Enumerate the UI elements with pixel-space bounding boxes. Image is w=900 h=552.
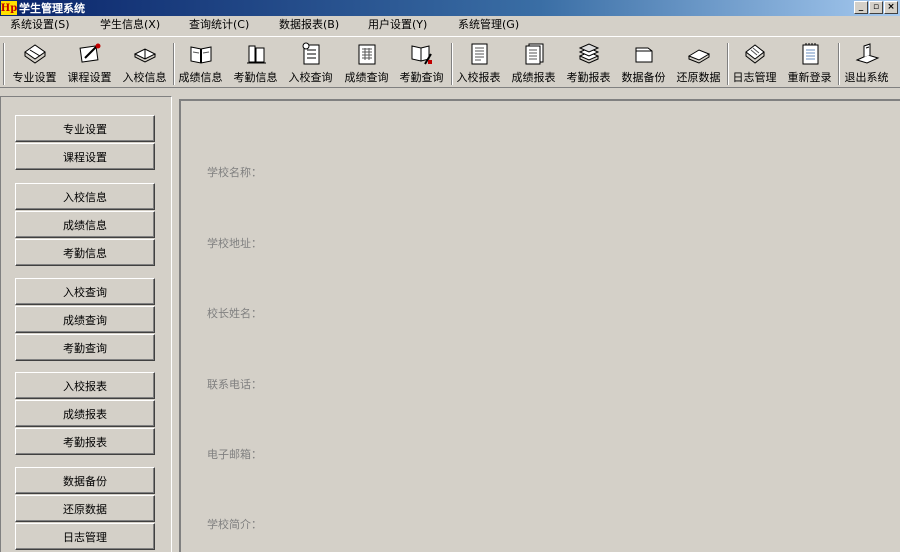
menu-system-settings[interactable]: 系统设置(S) (10, 17, 70, 33)
toolbar-attendance-query-button[interactable]: 考勤查询 (395, 40, 448, 88)
notepad-icon (802, 43, 818, 65)
sidebar: 专业设置 课程设置 入校信息 成绩信息 考勤信息 入校查询 成绩查询 考勤查询 … (0, 96, 172, 552)
menu-data-reports[interactable]: 数据报表(B) (279, 17, 339, 33)
toolbar-grip (3, 43, 5, 85)
sidebar-score-info-button[interactable]: 成绩信息 (15, 211, 155, 238)
document-query-icon (302, 42, 319, 65)
sidebar-major-settings-button[interactable]: 专业设置 (15, 115, 155, 142)
school-name-label: 学校名称： (207, 166, 262, 179)
report-stack-icon (525, 43, 543, 65)
sidebar-log-management-button[interactable]: 日志管理 (15, 523, 155, 550)
menu-student-info[interactable]: 学生信息(X) (100, 17, 160, 33)
toolbar-enrollment-info-button[interactable]: 入校信息 (118, 40, 171, 88)
sidebar-restore-data-button[interactable]: 还原数据 (15, 495, 155, 522)
toolbar-relogin-button[interactable]: 重新登录 (783, 40, 836, 88)
folder-icon (635, 47, 652, 63)
minimize-button[interactable]: _ (854, 1, 868, 14)
sidebar-attendance-report-button[interactable]: 考勤报表 (15, 428, 155, 455)
menu-query-stats[interactable]: 查询统计(C) (189, 17, 249, 33)
sidebar-score-query-button[interactable]: 成绩查询 (15, 306, 155, 333)
menu-user-settings[interactable]: 用户设置(Y) (368, 17, 427, 33)
notebook-icon (744, 44, 765, 64)
title-bar: Hp 学生管理系统 _ ▫ × (0, 0, 900, 16)
school-info-panel: 学校名称： 学校地址： 校长姓名： 联系电话： 电子邮箱： 学校简介： (179, 99, 900, 552)
report-icon (471, 43, 487, 65)
app-logo-icon: Hp (0, 1, 18, 15)
close-button[interactable]: × (884, 1, 898, 14)
restore-button[interactable]: ▫ (869, 1, 883, 14)
sidebar-score-report-button[interactable]: 成绩报表 (15, 400, 155, 427)
toolbar-course-settings-button[interactable]: 课程设置 (63, 40, 116, 88)
window-controls: _ ▫ × (853, 1, 898, 14)
edit-paper-icon (79, 43, 100, 63)
school-address-label: 学校地址： (207, 237, 262, 250)
contact-phone-label: 联系电话： (207, 378, 262, 391)
menu-system-management[interactable]: 系统管理(G) (458, 17, 519, 33)
document-grid-icon (358, 44, 375, 65)
principal-name-label: 校长姓名： (207, 307, 262, 320)
sidebar-attendance-query-button[interactable]: 考勤查询 (15, 334, 155, 361)
book-icon (190, 46, 211, 64)
toolbar-enrollment-report-button[interactable]: 入校报表 (452, 40, 505, 88)
disk-icon (687, 49, 710, 64)
toolbar-restore-data-button[interactable]: 还原数据 (672, 40, 725, 88)
sidebar-data-backup-button[interactable]: 数据备份 (15, 467, 155, 494)
books-stack-icon (578, 43, 599, 64)
sidebar-enrollment-report-button[interactable]: 入校报表 (15, 372, 155, 399)
toolbar-data-backup-button[interactable]: 数据备份 (617, 40, 670, 88)
toolbar-score-report-button[interactable]: 成绩报表 (507, 40, 560, 88)
toolbar-major-settings-button[interactable]: 专业设置 (8, 40, 61, 88)
sidebar-enrollment-query-button[interactable]: 入校查询 (15, 278, 155, 305)
book-pen-icon (411, 45, 432, 65)
email-label: 电子邮箱： (207, 448, 262, 461)
toolbar-log-management-button[interactable]: 日志管理 (728, 40, 781, 88)
pencil-icon (23, 44, 46, 64)
school-intro-label: 学校简介： (207, 518, 262, 531)
sidebar-enrollment-info-button[interactable]: 入校信息 (15, 183, 155, 210)
toolbar: 专业设置 课程设置 入校信息 成绩信息 考勤信息 入校查询 成绩查询 考勤查询 … (0, 36, 900, 88)
toolbar-attendance-report-button[interactable]: 考勤报表 (562, 40, 615, 88)
toolbar-score-info-button[interactable]: 成绩信息 (174, 40, 227, 88)
open-book-icon (133, 48, 156, 63)
exit-icon (855, 43, 879, 64)
sidebar-attendance-info-button[interactable]: 考勤信息 (15, 239, 155, 266)
menu-bar: 系统设置(S) 学生信息(X) 查询统计(C) 数据报表(B) 用户设置(Y) … (0, 16, 900, 34)
sidebar-course-settings-button[interactable]: 课程设置 (15, 143, 155, 170)
toolbar-exit-system-button[interactable]: 退出系统 (840, 40, 893, 88)
book-stand-icon (246, 45, 266, 64)
window-title: 学生管理系统 (19, 2, 85, 15)
toolbar-attendance-info-button[interactable]: 考勤信息 (229, 40, 282, 88)
toolbar-score-query-button[interactable]: 成绩查询 (340, 40, 393, 88)
toolbar-enrollment-query-button[interactable]: 入校查询 (284, 40, 337, 88)
